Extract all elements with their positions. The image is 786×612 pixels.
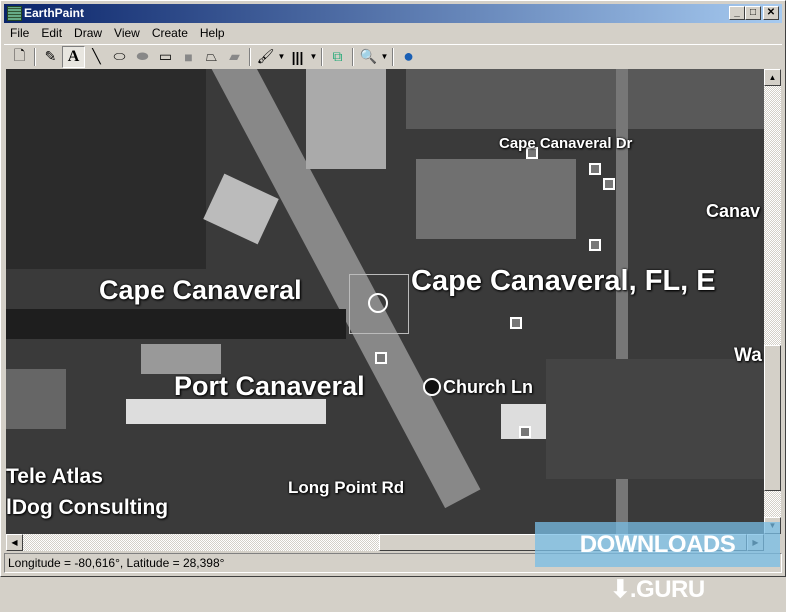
zoom-icon[interactable]: 🔍 xyxy=(357,46,380,68)
map-label: Cape Canaveral, FL, E xyxy=(411,265,716,297)
filled-ellipse-icon[interactable]: ⬬ xyxy=(131,46,154,68)
zoom-dropdown-icon[interactable]: ▼ xyxy=(380,52,389,61)
menu-bar: File Edit Draw View Create Help xyxy=(4,24,231,43)
toolbar: 🗋 ✎ A ╲ ⬭ ⬬ ▭ ■ ⏢ ▰ 🖌 ▼ ||| ▼ ⧉ 🔍 ▼ ● xyxy=(4,44,782,68)
separator xyxy=(34,47,36,66)
vertical-scroll-thumb[interactable] xyxy=(764,345,781,491)
app-window: EarthPaint _ □ ✕ File Edit Draw View Cre… xyxy=(0,0,786,577)
map-label: Long Point Rd xyxy=(288,478,405,497)
scroll-up-button[interactable]: ▲ xyxy=(764,69,781,86)
filled-polygon-icon[interactable]: ▰ xyxy=(223,46,246,68)
filled-rectangle-icon[interactable]: ■ xyxy=(177,46,200,68)
separator xyxy=(249,47,251,66)
minimize-button[interactable]: _ xyxy=(729,6,745,20)
menu-file[interactable]: File xyxy=(4,24,35,43)
rectangle-icon[interactable]: ▭ xyxy=(154,46,177,68)
separator xyxy=(392,47,394,66)
vertical-scrollbar[interactable]: ▲ ▼ xyxy=(764,69,781,534)
map-label: Cape Canaveral xyxy=(99,275,302,305)
window-title: EarthPaint xyxy=(24,6,85,20)
watermark-logo: DOWNLOADS ⬇.GURU xyxy=(535,522,780,603)
scroll-left-button[interactable]: ◀ xyxy=(6,534,23,551)
pen-color-dropdown-icon[interactable]: ▼ xyxy=(277,52,286,61)
close-button[interactable]: ✕ xyxy=(763,6,779,20)
ellipse-icon[interactable]: ⬭ xyxy=(108,46,131,68)
menu-edit[interactable]: Edit xyxy=(35,24,68,43)
polygon-icon[interactable]: ⏢ xyxy=(200,46,223,68)
map-label: Canav xyxy=(706,201,761,221)
layers-icon[interactable]: ⧉ xyxy=(326,46,349,68)
text-tool-icon[interactable]: A xyxy=(62,45,85,68)
map-label: Port Canaveral xyxy=(174,371,365,401)
pen-color-icon[interactable]: 🖌 xyxy=(254,46,277,68)
new-document-icon[interactable]: 🗋 xyxy=(8,46,31,68)
maximize-button[interactable]: □ xyxy=(745,6,761,20)
placemark-icon xyxy=(423,378,441,396)
google-earth-icon[interactable]: ● xyxy=(397,46,420,68)
line-icon[interactable]: ╲ xyxy=(85,46,108,68)
menu-help[interactable]: Help xyxy=(194,24,231,43)
map-canvas[interactable]: Cape Canaveral Dr Canav Cape Canaveral C… xyxy=(6,69,764,534)
target-crosshair-icon xyxy=(368,293,388,313)
line-width-icon[interactable]: ||| xyxy=(286,46,309,68)
separator xyxy=(352,47,354,66)
menu-draw[interactable]: Draw xyxy=(68,24,108,43)
line-width-dropdown-icon[interactable]: ▼ xyxy=(309,52,318,61)
pencil-icon[interactable]: ✎ xyxy=(39,46,62,68)
separator xyxy=(321,47,323,66)
map-label: Church Ln xyxy=(443,377,533,397)
map-label: Tele Atlas xyxy=(6,465,103,488)
map-label: Cape Canaveral Dr xyxy=(499,135,633,152)
map-label: Wa xyxy=(734,345,762,366)
app-icon xyxy=(7,6,22,21)
menu-view[interactable]: View xyxy=(108,24,146,43)
map-label: lDog Consulting xyxy=(6,496,169,519)
title-bar: EarthPaint _ □ ✕ xyxy=(4,4,782,23)
menu-create[interactable]: Create xyxy=(146,24,194,43)
